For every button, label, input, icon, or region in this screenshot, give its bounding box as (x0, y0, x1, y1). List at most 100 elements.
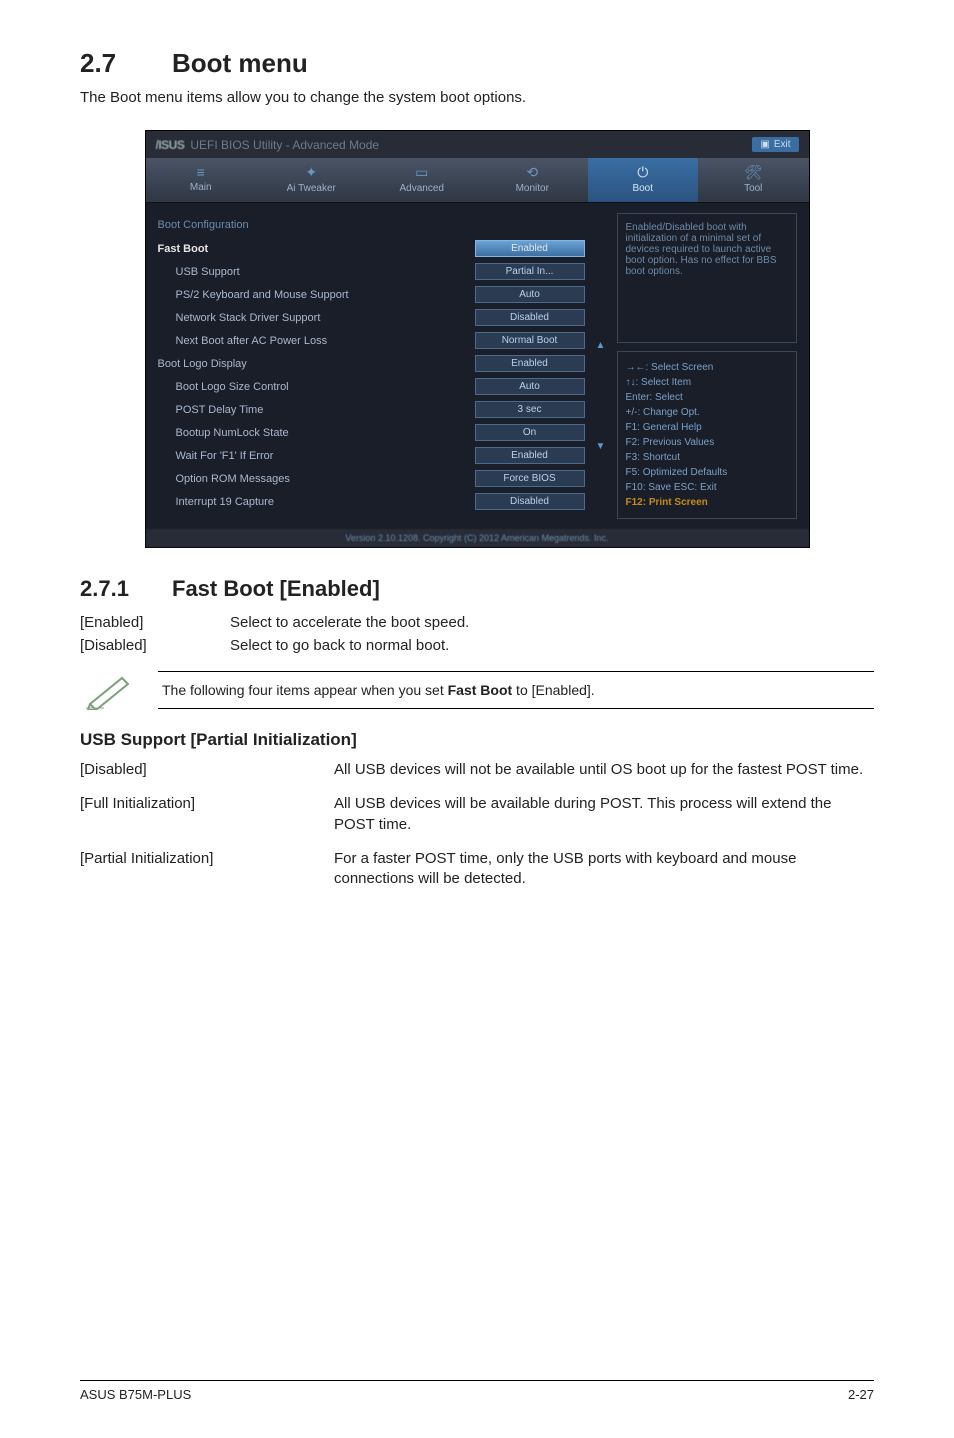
setting-value: Auto (475, 378, 585, 395)
key-hint: F2: Previous Values (626, 435, 788, 450)
setting-label: Next Boot after AC Power Loss (158, 335, 475, 347)
subsection-title: Fast Boot [Enabled] (172, 576, 380, 601)
bios-setting-row[interactable]: Next Boot after AC Power LossNormal Boot (158, 329, 585, 352)
bios-setting-row[interactable]: Boot Logo Size ControlAuto (158, 375, 585, 398)
bios-setting-row[interactable]: POST Delay Time3 sec (158, 398, 585, 421)
key-hint-highlight: F12: Print Screen (626, 495, 788, 510)
exit-label: Exit (774, 139, 791, 150)
help-text: Enabled/Disabled boot with initializatio… (617, 213, 797, 343)
usb-option-row: [Full Initialization]All USB devices wil… (80, 794, 874, 835)
setting-value: Partial In... (475, 263, 585, 280)
option-desc: Select to accelerate the boot speed. (230, 614, 469, 631)
usb-option-desc: All USB devices will be available during… (334, 794, 874, 835)
group-boot-logo-display-row[interactable]: Boot Logo Display Enabled (158, 352, 585, 375)
note-block: The following four items appear when you… (80, 668, 874, 712)
usb-option-desc: All USB devices will not be available un… (334, 760, 874, 780)
page-footer: ASUS B75M-PLUS 2-27 (80, 1380, 874, 1402)
bios-setting-row[interactable]: Fast BootEnabled (158, 237, 585, 260)
setting-label: USB Support (158, 266, 475, 278)
tab-icon: ⏻ (588, 164, 699, 181)
setting-label: POST Delay Time (158, 404, 475, 416)
option-key: [Disabled] (80, 637, 230, 654)
bios-copyright: Version 2.10.1208. Copyright (C) 2012 Am… (146, 529, 809, 547)
setting-value: Force BIOS (475, 470, 585, 487)
setting-value: Enabled (475, 240, 585, 257)
key-hint: +/-: Change Opt. (626, 405, 788, 420)
arrow-up-icon: ▲ (596, 340, 606, 351)
section-title-text: Boot menu (172, 48, 308, 78)
group-boot-configuration: Boot Configuration (158, 219, 585, 231)
setting-value: Enabled (475, 447, 585, 464)
tab-label: Monitor (516, 183, 549, 194)
tab-monitor[interactable]: ⟲ Monitor (477, 158, 588, 202)
footer-page-number: 2-27 (848, 1387, 874, 1402)
key-hint: F5: Optimized Defaults (626, 465, 788, 480)
key-hint: →←: Select Screen (626, 360, 788, 375)
bios-setting-row[interactable]: Bootup NumLock StateOn (158, 421, 585, 444)
key-hint: F3: Shortcut (626, 450, 788, 465)
tab-tool[interactable]: 🛠Tool (698, 158, 809, 202)
tab-main[interactable]: ≡ Main (146, 158, 257, 202)
bios-setting-row[interactable]: Option ROM MessagesForce BIOS (158, 467, 585, 490)
usb-support-heading: USB Support [Partial Initialization] (80, 730, 874, 750)
note-text: The following four items appear when you… (158, 671, 874, 709)
setting-value: Disabled (475, 309, 585, 326)
usb-option-desc: For a faster POST time, only the USB por… (334, 849, 874, 890)
tab-label: Advanced (400, 183, 444, 194)
key-help: →←: Select Screen↑↓: Select ItemEnter: S… (617, 351, 797, 519)
key-hint: Enter: Select (626, 390, 788, 405)
section-heading: 2.7Boot menu (80, 48, 874, 79)
option-row: [Disabled]Select to go back to normal bo… (80, 637, 874, 654)
tab-icon: 🛠 (698, 164, 809, 181)
setting-label: PS/2 Keyboard and Mouse Support (158, 289, 475, 301)
tab-icon: ✦ (256, 164, 367, 181)
setting-label: Boot Logo Size Control (158, 381, 475, 393)
bios-right-panel: Enabled/Disabled boot with initializatio… (617, 213, 797, 519)
bios-setting-row[interactable]: Network Stack Driver SupportDisabled (158, 306, 585, 329)
setting-value: Normal Boot (475, 332, 585, 349)
bios-left-panel: Boot Configuration Fast BootEnabledUSB S… (158, 213, 585, 519)
tab-label: Ai Tweaker (287, 183, 336, 194)
note-suffix: to [Enabled]. (512, 682, 595, 698)
bios-setting-row[interactable]: PS/2 Keyboard and Mouse SupportAuto (158, 283, 585, 306)
usb-option-row: [Partial Initialization]For a faster POS… (80, 849, 874, 890)
setting-value: On (475, 424, 585, 441)
tab-icon: ⟲ (477, 164, 588, 181)
exit-icon: ▣ (760, 139, 769, 150)
subsection-number: 2.7.1 (80, 576, 172, 602)
section-number: 2.7 (80, 48, 172, 79)
section-intro: The Boot menu items allow you to change … (80, 89, 874, 106)
setting-value: Disabled (475, 493, 585, 510)
group-boot-logo-display: Boot Logo Display (158, 358, 475, 370)
bios-titlebar: /ISUS UEFI BIOS Utility - Advanced Mode … (146, 131, 809, 158)
option-key: [Enabled] (80, 614, 230, 631)
boot-logo-display-value: Enabled (475, 355, 585, 372)
tab-icon: ≡ (146, 164, 257, 180)
tab-icon: ▭ (367, 164, 478, 181)
bios-setting-row[interactable]: Interrupt 19 CaptureDisabled (158, 490, 585, 513)
key-hint: ↑↓: Select Item (626, 375, 788, 390)
setting-label: Wait For 'F1' If Error (158, 450, 475, 462)
tab-advanced[interactable]: ▭ Advanced (367, 158, 478, 202)
tab-label: Boot (632, 183, 653, 194)
scroll-arrows[interactable]: ▲ ▼ (595, 213, 607, 519)
key-hint: F1: General Help (626, 420, 788, 435)
bios-title: UEFI BIOS Utility - Advanced Mode (190, 138, 379, 152)
tab-label: Main (190, 182, 212, 193)
usb-option-key: [Full Initialization] (80, 794, 334, 835)
setting-value: 3 sec (475, 401, 585, 418)
setting-value: Auto (475, 286, 585, 303)
usb-option-key: [Partial Initialization] (80, 849, 334, 890)
bios-logo: /ISUS (156, 138, 185, 152)
subsection-heading: 2.7.1Fast Boot [Enabled] (80, 576, 874, 602)
bios-setting-row[interactable]: USB SupportPartial In... (158, 260, 585, 283)
usb-option-row: [Disabled]All USB devices will not be av… (80, 760, 874, 780)
tab-boot[interactable]: ⏻ Boot (588, 158, 699, 202)
note-bold: Fast Boot (448, 682, 513, 698)
bios-setting-row[interactable]: Wait For 'F1' If ErrorEnabled (158, 444, 585, 467)
exit-button[interactable]: ▣ Exit (752, 137, 798, 152)
bios-screenshot: /ISUS UEFI BIOS Utility - Advanced Mode … (145, 130, 810, 548)
tab-ai-tweaker[interactable]: ✦ Ai Tweaker (256, 158, 367, 202)
note-icon (80, 668, 140, 712)
option-desc: Select to go back to normal boot. (230, 637, 449, 654)
